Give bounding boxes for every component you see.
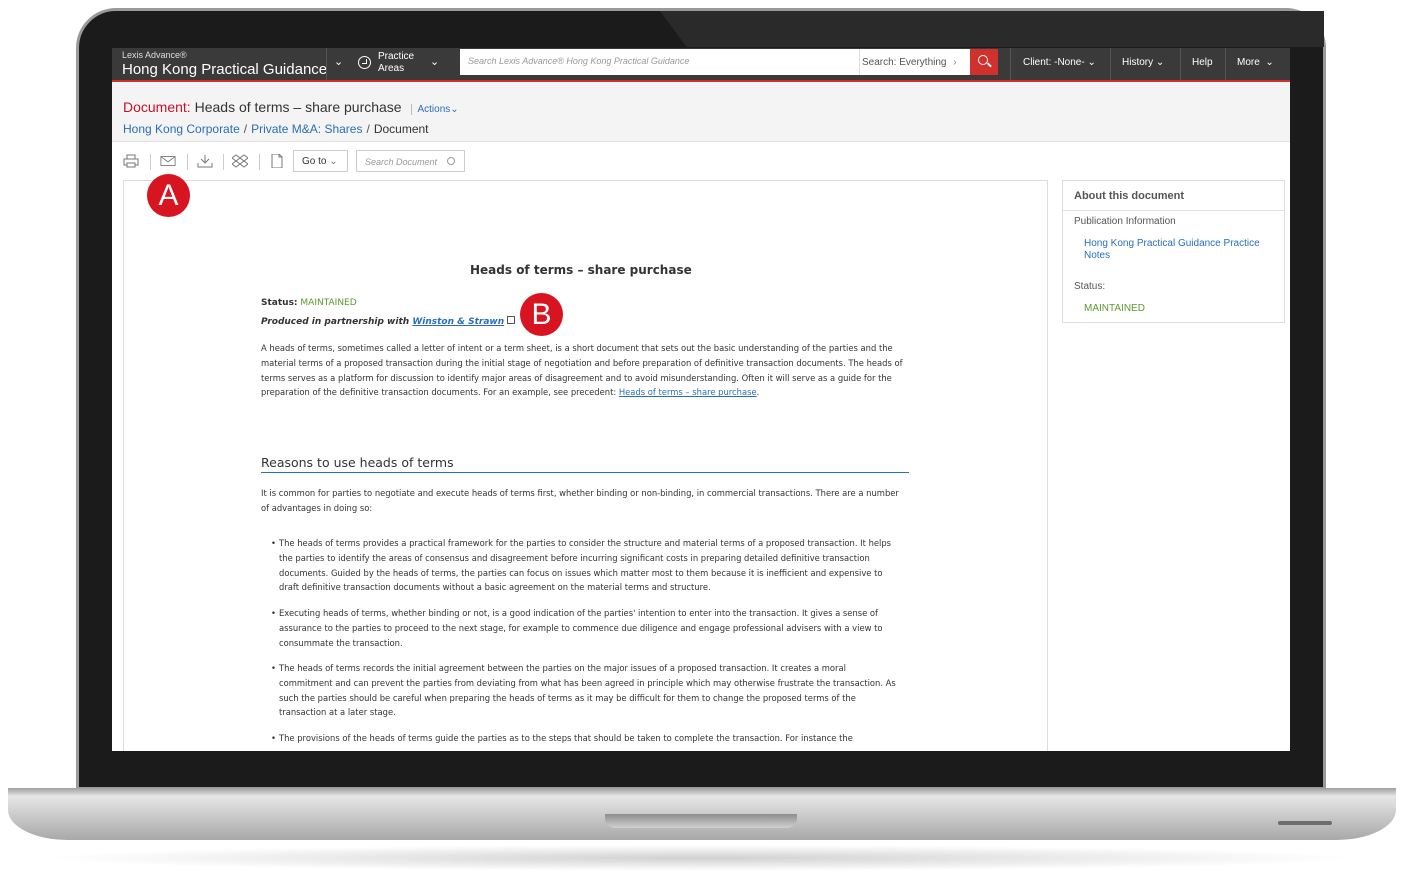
divider [1225,48,1226,80]
chevron-down-icon[interactable]: ⌄ [334,55,343,68]
callout-marker-b: B [520,293,563,336]
search-placeholder: Search Lexis Advance® Hong Kong Practica… [468,56,690,66]
practice-areas-label-1: Practice [378,51,415,62]
callout-marker-a: A [147,174,190,217]
brand-product: Lexis Advance® [122,50,187,60]
document-toolbar: Go to ⌄ Search Document [112,146,1290,178]
divider [1010,48,1011,80]
about-heading: About this document [1074,190,1184,202]
download-icon[interactable] [197,154,213,168]
chevron-down-icon: ⌄ [450,104,459,115]
search-document-input[interactable]: Search Document [356,150,465,172]
document-heading: Heads of terms – share purchase [470,263,692,277]
intro-paragraph: A heads of terms, sometimes called a let… [261,341,906,400]
search-document-placeholder: Search Document [365,157,438,167]
toolbar-divider [150,154,151,170]
practice-areas-menu[interactable]: Practice Areas [378,51,414,75]
breadcrumb-current: Document [373,122,429,136]
breadcrumb-link-corporate[interactable]: Hong Kong Corporate [123,122,240,136]
client-label: Client: -None- [1023,57,1085,68]
search-scope-label: Search: Everything [862,57,947,68]
list-item: The heads of terms records the initial a… [271,661,896,720]
history-menu[interactable]: History ⌄ [1122,57,1164,68]
partnership-prefix: Produced in partnership with [261,317,410,327]
section-heading: Reasons to use heads of terms [261,455,909,473]
search-input[interactable]: Search Lexis Advance® Hong Kong Practica… [460,49,859,75]
more-menu[interactable]: More ⌄ [1237,57,1274,68]
divider [1110,48,1111,80]
breadcrumb-link-shares[interactable]: Private M&A: Shares [251,122,362,136]
practice-areas-label-2: Areas [378,63,405,74]
laptop-shadow [40,845,1360,871]
toolbar-divider [223,154,224,170]
breadcrumb-separator: / [243,122,248,136]
screen: Lexis Advance® Hong Kong Practical Guida… [112,48,1290,751]
status-label: Status: [261,298,298,308]
section-intro: It is common for parties to negotiate an… [261,488,899,513]
goto-dropdown[interactable]: Go to ⌄ [293,150,348,172]
document-title: Heads of terms – share purchase [194,99,402,115]
dropbox-icon[interactable] [232,154,248,168]
list-item: Executing heads of terms, whether bindin… [271,606,896,650]
print-icon[interactable] [123,154,139,168]
divider [1063,210,1284,211]
more-label: More [1237,57,1260,68]
history-label: History [1122,57,1154,68]
laptop-hinge [8,788,1396,796]
breadcrumb-separator: / [366,122,370,136]
actions-menu[interactable]: Actions⌄ [411,104,459,115]
chevron-down-icon: ⌄ [1262,57,1274,68]
partner-link[interactable]: Winston & Strawn [412,317,504,327]
publication-link[interactable]: Hong Kong Practical Guidance Practice No… [1084,238,1274,262]
partnership-line: Produced in partnership with Winston & S… [261,316,516,327]
search-icon-handle [987,62,992,68]
chevron-down-icon: ⌄ [1155,57,1165,68]
document-header: Document: Heads of terms – share purchas… [112,82,1290,142]
chevron-down-icon: ⌄ [1087,57,1096,68]
list-item: The provisions of the heads of terms gui… [271,731,896,746]
chevron-down-icon: ⌄ [329,156,338,167]
brand[interactable]: Lexis Advance® Hong Kong Practical Guida… [122,50,327,78]
help-link[interactable]: Help [1192,57,1213,68]
sidebar-status-value: MAINTAINED [1084,303,1145,314]
laptop-slot [1278,821,1332,825]
brand-name: Hong Kong Practical Guidance [122,61,328,78]
email-icon[interactable] [160,154,176,168]
document-label: Document: [123,99,191,115]
laptop-notch [605,814,797,828]
sidebar-status-label: Status: [1074,281,1106,292]
divider [1180,48,1181,80]
search-button[interactable] [970,49,998,75]
clock-icon[interactable] [358,56,371,69]
laptop-lid-reflection [660,11,1324,47]
external-link-icon[interactable] [507,316,516,324]
toolbar-divider [259,154,260,170]
intro-text: A heads of terms, sometimes called a let… [261,343,903,398]
precedent-link[interactable]: Heads of terms – share purchase [619,387,757,397]
intro-end: . [756,387,760,398]
divider [326,48,327,80]
chevron-right-icon: › [953,57,957,68]
goto-label: Go to [302,156,327,167]
top-nav-bar: Lexis Advance® Hong Kong Practical Guida… [112,48,1290,80]
actions-label: Actions [417,104,451,115]
search-icon [447,157,455,165]
list-item: The heads of terms provides a practical … [271,536,896,595]
search-scope-select[interactable]: Search: Everything › [859,49,970,75]
about-document-panel: About this document Publication Informat… [1062,180,1285,323]
document-view-icon[interactable] [269,154,285,168]
publication-info-label: Publication Information [1074,216,1176,227]
toolbar-divider [187,154,188,170]
breadcrumb: Hong Kong Corporate / Private M&A: Shares /… [123,122,429,136]
client-menu[interactable]: Client: -None- ⌄ [1023,57,1096,68]
document-status: Status: MAINTAINED [261,298,357,308]
page-title: Document: Heads of terms – share purchas… [123,99,459,115]
status-value: MAINTAINED [300,298,357,308]
chevron-down-icon[interactable]: ⌄ [430,55,439,68]
